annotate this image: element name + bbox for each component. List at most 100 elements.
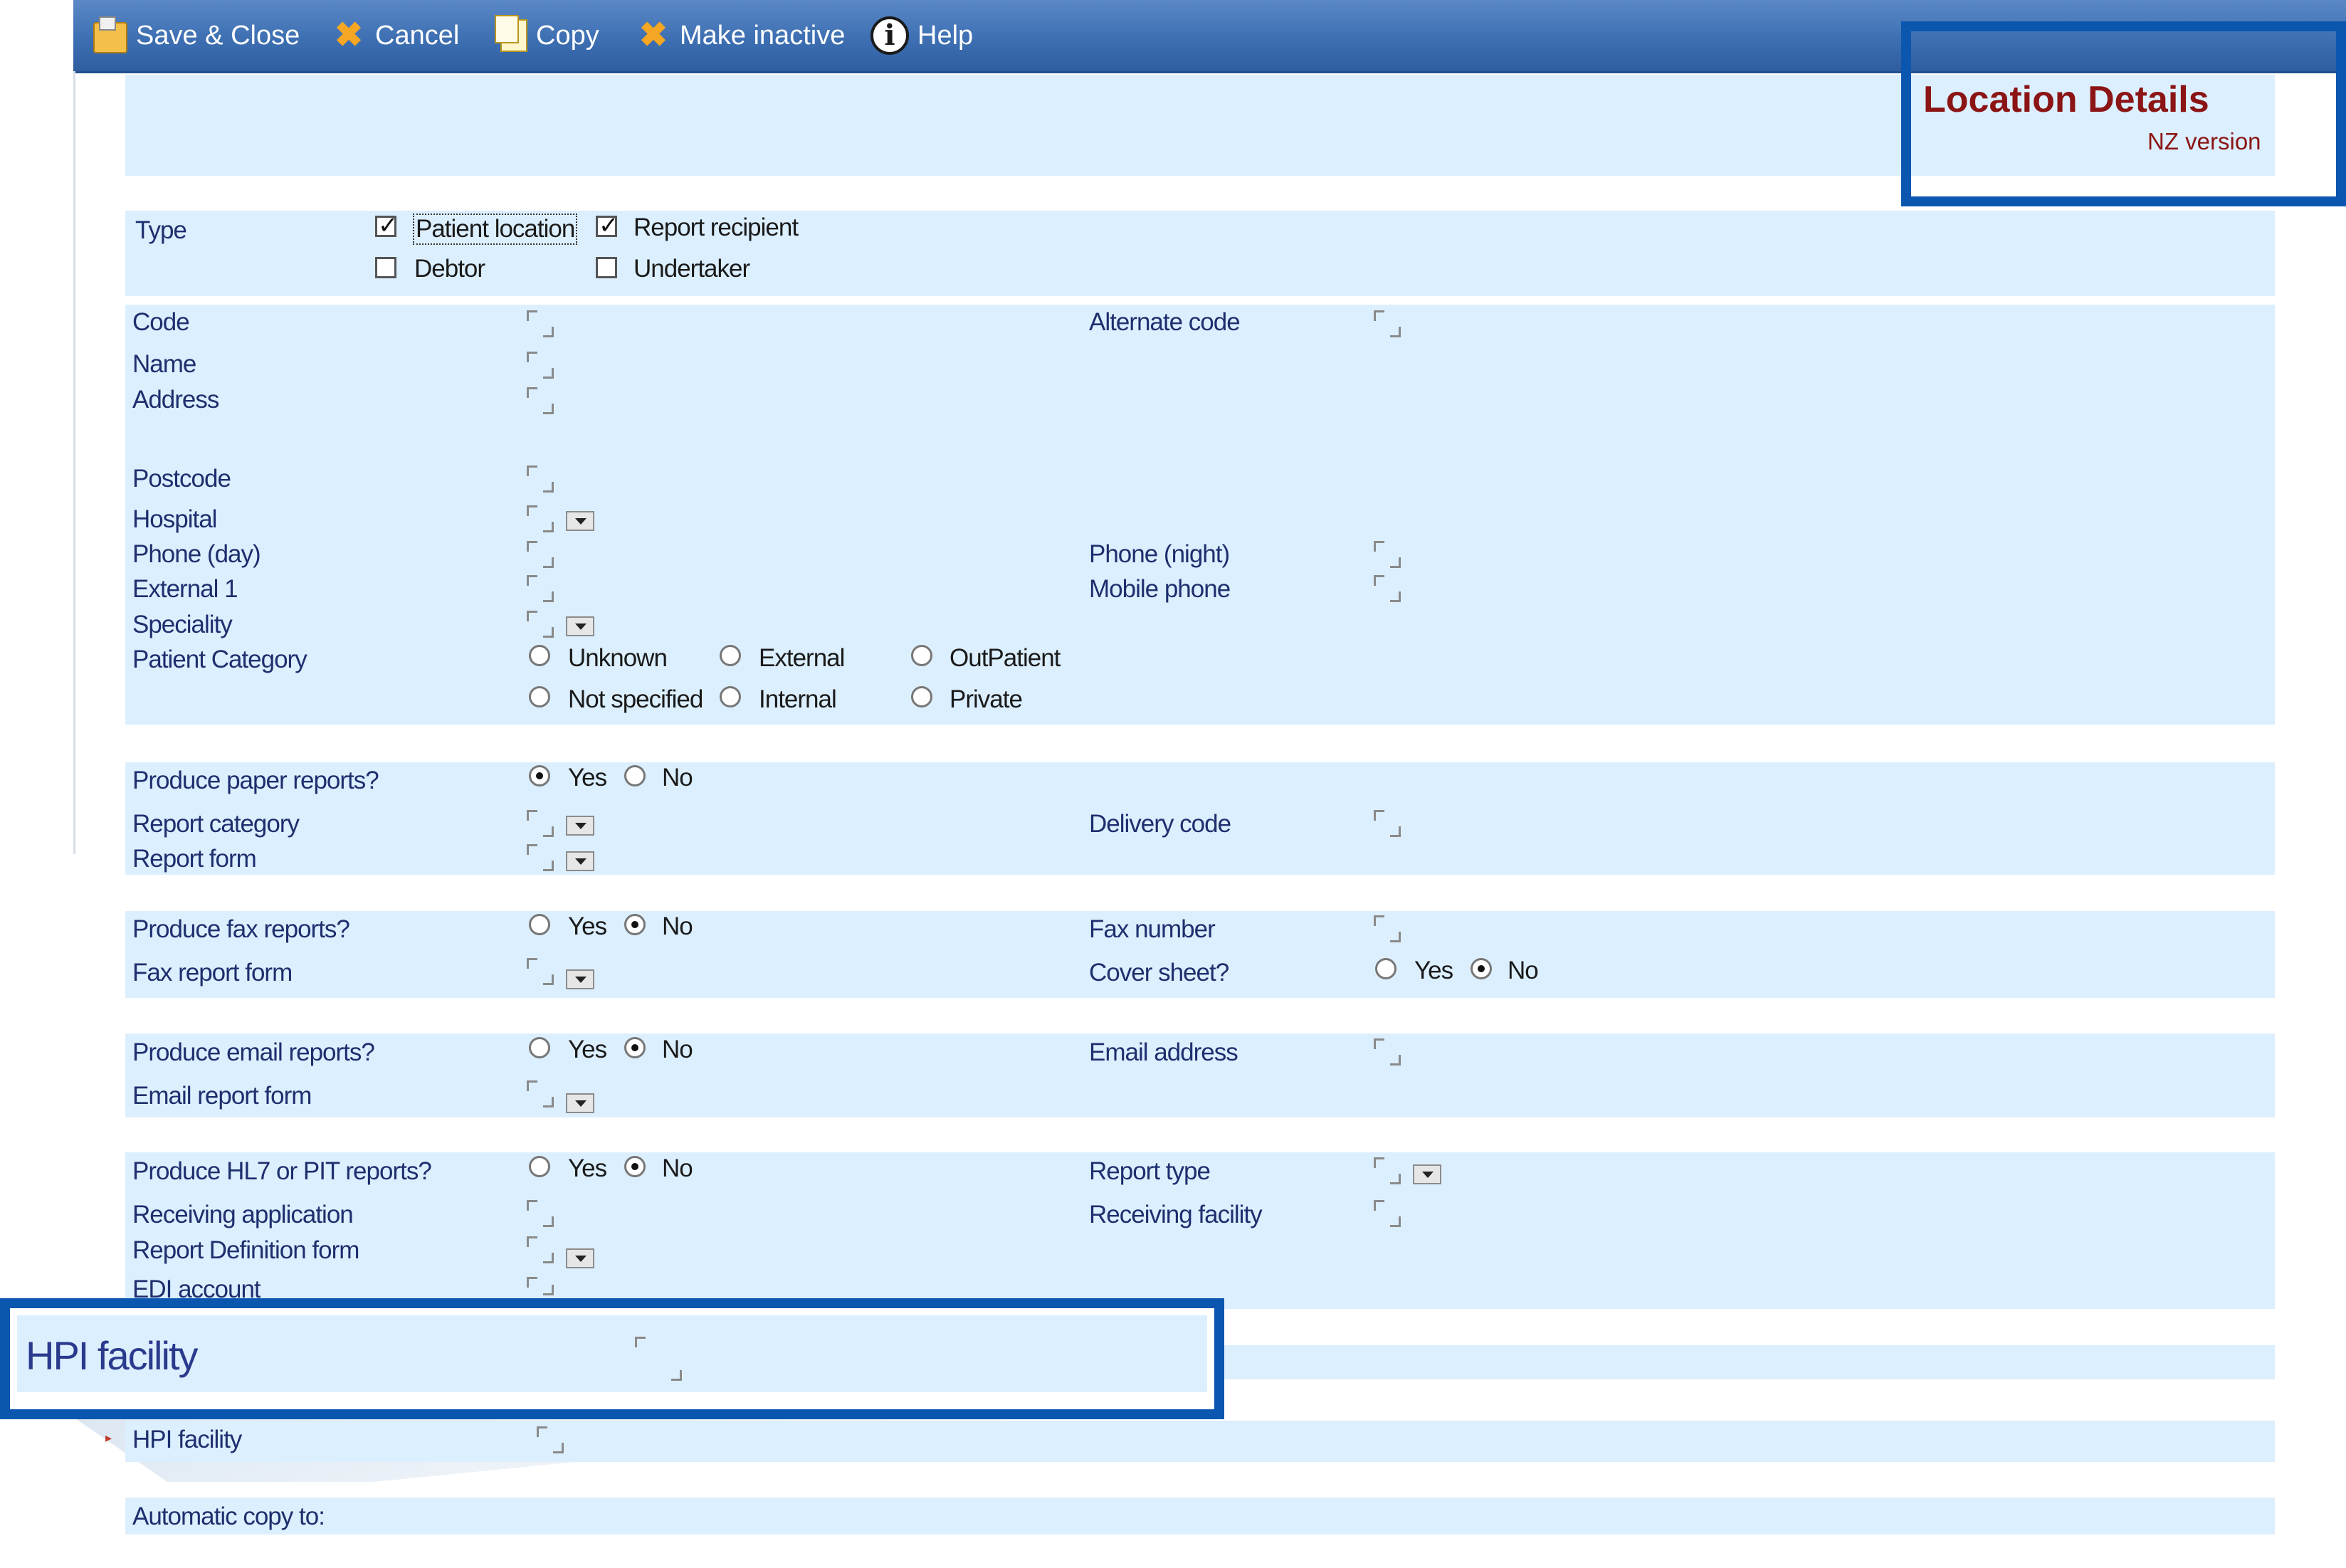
speciality-field[interactable] [527, 611, 559, 638]
email-report-form-label: Email report form [132, 1082, 312, 1110]
category-unknown-label: Unknown [568, 644, 668, 672]
email-no-radio[interactable] [624, 1037, 646, 1058]
name-field[interactable] [527, 352, 559, 379]
code-field[interactable] [527, 310, 559, 337]
email-yes-radio[interactable] [529, 1037, 550, 1058]
email-report-form-field[interactable] [527, 1080, 559, 1107]
cover-sheet-no-radio[interactable] [1471, 958, 1492, 979]
report-category-dropdown-button[interactable] [566, 816, 594, 836]
phone-day-label: Phone (day) [132, 540, 261, 568]
cover-sheet-label: Cover sheet? [1089, 959, 1229, 986]
fax-report-form-dropdown-button[interactable] [566, 969, 594, 989]
cover-sheet-no-label: No [1508, 957, 1539, 984]
speciality-dropdown-button[interactable] [566, 616, 594, 636]
report-form-field[interactable] [527, 844, 559, 871]
paper-no-radio[interactable] [624, 765, 646, 786]
hl7-yes-radio[interactable] [529, 1156, 550, 1177]
fax-yes-radio[interactable] [529, 914, 550, 935]
hpi-facility-label: HPI facility [132, 1426, 242, 1453]
report-type-dropdown-button[interactable] [1413, 1164, 1441, 1184]
left-border [73, 71, 75, 854]
category-internal-radio[interactable] [720, 686, 741, 707]
phone-night-field[interactable] [1374, 541, 1406, 568]
debtor-label: Debtor [414, 255, 485, 283]
fax-no-radio[interactable] [624, 914, 646, 935]
mobile-phone-label: Mobile phone [1089, 575, 1231, 603]
make-inactive-label: Make inactive [680, 20, 846, 51]
mobile-phone-field[interactable] [1374, 575, 1406, 602]
report-recipient-label: Report recipient [633, 214, 799, 241]
help-info-icon: i [870, 16, 909, 55]
hl7-no-radio[interactable] [624, 1156, 646, 1177]
report-definition-form-dropdown-button[interactable] [566, 1248, 594, 1268]
address-field[interactable] [527, 387, 559, 414]
category-outpatient-radio[interactable] [911, 645, 932, 666]
details-panel [125, 305, 2275, 725]
report-definition-form-label: Report Definition form [132, 1236, 359, 1264]
email-yes-label: Yes [568, 1036, 607, 1063]
paper-yes-radio[interactable] [529, 765, 550, 786]
hospital-dropdown-button[interactable] [566, 511, 594, 531]
save-close-button[interactable]: Save & Close [93, 9, 300, 63]
email-address-field[interactable] [1374, 1038, 1406, 1065]
title-highlight-box [1901, 21, 2346, 206]
receiving-facility-field[interactable] [1374, 1200, 1406, 1227]
email-reports-question: Produce email reports? [132, 1038, 375, 1066]
receiving-facility-label: Receiving facility [1089, 1201, 1263, 1228]
copy-icon [495, 15, 527, 52]
make-inactive-button[interactable]: ✖ Make inactive [636, 9, 845, 63]
category-not-specified-label: Not specified [568, 685, 703, 713]
category-not-specified-radio[interactable] [529, 686, 550, 707]
automatic-copy-panel [125, 1498, 2275, 1535]
receiving-application-label: Receiving application [132, 1201, 354, 1228]
delivery-code-field[interactable] [1374, 810, 1406, 837]
report-category-label: Report category [132, 810, 300, 838]
external1-field[interactable] [527, 575, 559, 602]
category-internal-label: Internal [759, 685, 837, 713]
edi-account-field[interactable] [527, 1277, 559, 1295]
cancel-button[interactable]: ✖ Cancel [331, 9, 459, 63]
cover-sheet-yes-radio[interactable] [1375, 958, 1396, 979]
undertaker-checkbox[interactable] [596, 257, 617, 278]
report-category-field[interactable] [527, 810, 559, 837]
copy-button[interactable]: Copy [495, 9, 599, 63]
fax-reports-question: Produce fax reports? [132, 915, 350, 943]
report-form-dropdown-button[interactable] [566, 851, 594, 871]
alternate-code-field[interactable] [1374, 310, 1406, 337]
cover-sheet-yes-label: Yes [1414, 957, 1453, 984]
edi-account-label: EDI account [132, 1275, 261, 1298]
category-unknown-radio[interactable] [529, 645, 550, 666]
required-marker-icon: ▸ [105, 1431, 112, 1445]
report-type-field[interactable] [1374, 1157, 1406, 1184]
report-recipient-checkbox[interactable] [596, 211, 619, 240]
report-definition-form-field[interactable] [527, 1236, 559, 1263]
phone-night-label: Phone (night) [1089, 540, 1230, 568]
email-address-label: Email address [1089, 1038, 1238, 1066]
make-inactive-icon: ✖ [638, 16, 668, 54]
cancel-label: Cancel [375, 20, 460, 51]
hospital-field[interactable] [527, 505, 559, 532]
type-label: Type [135, 216, 187, 244]
fax-number-label: Fax number [1089, 915, 1216, 943]
fax-report-form-field[interactable] [527, 958, 559, 985]
cancel-icon: ✖ [334, 16, 364, 54]
name-label: Name [132, 350, 196, 378]
patient-location-checkbox[interactable] [375, 211, 399, 240]
category-private-radio[interactable] [911, 686, 932, 707]
help-button[interactable]: i Help [870, 9, 973, 63]
phone-day-field[interactable] [527, 541, 559, 568]
postcode-field[interactable] [527, 465, 559, 493]
email-report-form-dropdown-button[interactable] [566, 1093, 594, 1113]
save-close-label: Save & Close [136, 20, 300, 51]
save-icon [93, 16, 127, 53]
debtor-checkbox[interactable] [375, 257, 396, 278]
hpi-facility-field[interactable] [537, 1426, 569, 1453]
category-outpatient-label: OutPatient [950, 644, 1061, 672]
alternate-code-label: Alternate code [1089, 308, 1241, 336]
address-label: Address [132, 386, 219, 414]
category-external-radio[interactable] [720, 645, 741, 666]
receiving-application-field[interactable] [527, 1200, 559, 1227]
paper-no-label: No [662, 764, 693, 791]
fax-number-field[interactable] [1374, 915, 1406, 942]
patient-category-label: Patient Category [132, 646, 307, 673]
